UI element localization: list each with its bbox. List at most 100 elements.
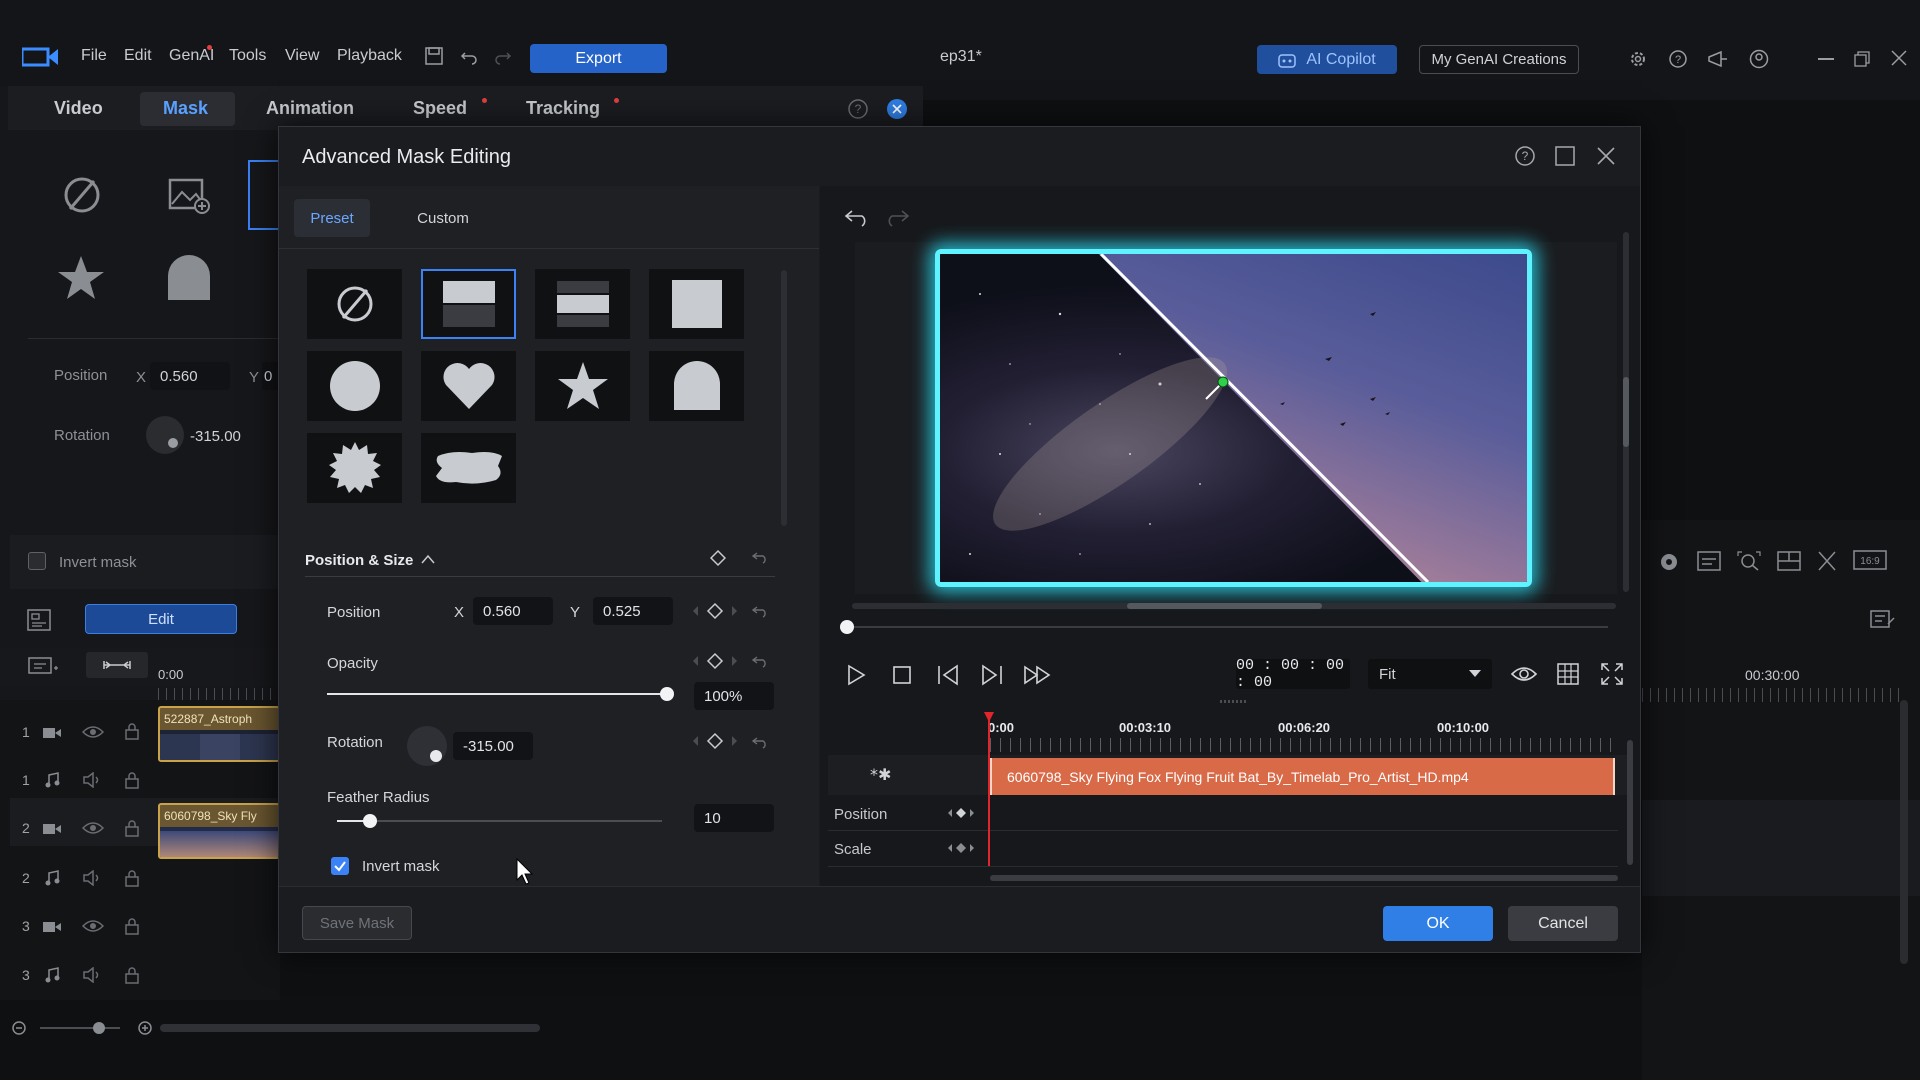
timeline-clip[interactable]: 6060798_Sky Flying Fox Flying Fruit Bat_… xyxy=(990,758,1615,795)
edit-button[interactable]: Edit xyxy=(85,604,237,634)
keyframe-diamond-icon[interactable] xyxy=(710,549,726,567)
settings-gear-icon[interactable] xyxy=(1628,49,1648,69)
position-x-input[interactable]: 0.560 xyxy=(473,597,553,625)
zoom-area-icon[interactable] xyxy=(1737,551,1761,571)
position-x-input[interactable]: 0.560 xyxy=(150,362,230,390)
speaker-icon[interactable] xyxy=(82,967,102,983)
reset-icon[interactable] xyxy=(752,604,768,618)
panel-help-icon[interactable]: ? xyxy=(847,98,869,120)
lock-icon[interactable] xyxy=(124,917,140,935)
preset-middle-band[interactable] xyxy=(535,269,630,339)
export-button[interactable]: Export xyxy=(530,44,667,73)
redo-icon[interactable] xyxy=(494,47,512,65)
feather-slider-handle[interactable] xyxy=(362,814,377,828)
preview-undo-icon[interactable] xyxy=(844,207,870,227)
undo-icon[interactable] xyxy=(460,47,478,65)
preset-scrollbar[interactable] xyxy=(781,270,787,526)
preview-redo-icon[interactable] xyxy=(884,207,910,227)
keyframe-nav-icon[interactable] xyxy=(946,806,976,820)
stop-icon[interactable] xyxy=(892,665,912,685)
right-vertical-scrollbar[interactable] xyxy=(1900,700,1908,964)
preset-arch[interactable] xyxy=(649,351,744,421)
tab-animation[interactable]: Animation xyxy=(266,98,354,119)
playback-scrubber[interactable] xyxy=(846,626,1608,628)
preview-horizontal-scrollbar[interactable] xyxy=(852,603,1616,609)
preset-burst[interactable] xyxy=(307,433,402,503)
invert-mask-checkbox[interactable] xyxy=(28,552,46,570)
preset-circle[interactable] xyxy=(307,351,402,421)
menu-file[interactable]: File xyxy=(81,47,107,65)
image-mask-icon[interactable] xyxy=(168,176,212,216)
selected-mask-thumbnail[interactable] xyxy=(248,160,280,230)
rotation-knob[interactable] xyxy=(407,726,447,766)
speaker-icon[interactable] xyxy=(82,772,102,788)
menu-edit[interactable]: Edit xyxy=(124,47,152,65)
lock-icon[interactable] xyxy=(124,771,140,789)
help-icon[interactable]: ? xyxy=(1668,49,1688,69)
panel-close-icon[interactable] xyxy=(886,98,908,120)
feather-slider-track[interactable] xyxy=(337,814,662,828)
my-genai-creations-button[interactable]: My GenAI Creations xyxy=(1419,45,1579,74)
fullscreen-icon[interactable] xyxy=(1601,663,1623,685)
reset-icon[interactable] xyxy=(752,550,768,564)
keyframe-nav-icon[interactable] xyxy=(690,602,740,620)
menu-tools[interactable]: Tools xyxy=(229,47,266,65)
star-mask-icon[interactable] xyxy=(56,254,106,302)
cancel-button[interactable]: Cancel xyxy=(1508,906,1618,941)
fit-dropdown[interactable]: Fit xyxy=(1368,659,1492,689)
clip-right-handle[interactable] xyxy=(1607,758,1615,795)
opacity-input[interactable]: 100% xyxy=(694,682,774,710)
arch-mask-icon[interactable] xyxy=(166,254,212,302)
menu-view[interactable]: View xyxy=(285,47,319,65)
speaker-icon[interactable] xyxy=(82,870,102,886)
account-icon[interactable] xyxy=(1749,49,1769,69)
snapshot-icon[interactable] xyxy=(1657,552,1681,572)
dialog-timeline-vscrollbar[interactable] xyxy=(1627,740,1633,865)
preview-video[interactable] xyxy=(935,249,1532,587)
subtitle-icon[interactable] xyxy=(1697,551,1721,571)
keyframe-nav-icon[interactable] xyxy=(690,652,740,670)
timeline-settings-icon[interactable] xyxy=(1870,608,1896,630)
opacity-slider-track[interactable] xyxy=(327,687,674,701)
tab-speed[interactable]: Speed xyxy=(413,98,467,119)
preset-heart[interactable] xyxy=(421,351,516,421)
lock-icon[interactable] xyxy=(124,869,140,887)
eye-icon[interactable] xyxy=(82,724,104,740)
reset-icon[interactable] xyxy=(752,735,768,749)
ai-copilot-button[interactable]: AI Copilot xyxy=(1257,45,1397,74)
timeline-view-icon[interactable] xyxy=(27,609,51,631)
fit-timeline-icon[interactable] xyxy=(86,652,148,678)
tab-tracking[interactable]: Tracking xyxy=(526,98,600,119)
minimize-icon[interactable] xyxy=(1818,58,1834,60)
keyframe-nav-icon[interactable] xyxy=(946,841,976,855)
preset-rectangle[interactable] xyxy=(649,269,744,339)
eye-icon[interactable] xyxy=(1510,664,1538,684)
keyframe-nav-icon[interactable] xyxy=(690,732,740,750)
opacity-slider-handle[interactable] xyxy=(660,687,674,701)
tab-video[interactable]: Video xyxy=(54,98,103,119)
save-icon[interactable] xyxy=(425,47,443,65)
reset-icon[interactable] xyxy=(752,654,768,668)
crop-icon[interactable] xyxy=(1815,551,1839,571)
rotation-knob[interactable] xyxy=(146,416,184,454)
eye-icon[interactable] xyxy=(82,820,104,836)
lock-icon[interactable] xyxy=(124,819,140,837)
preset-brush[interactable] xyxy=(421,433,516,503)
play-icon[interactable] xyxy=(846,664,866,686)
previous-frame-icon[interactable] xyxy=(936,664,960,686)
preset-top-half[interactable] xyxy=(421,269,516,339)
preset-star[interactable] xyxy=(535,351,630,421)
dialog-help-icon[interactable]: ? xyxy=(1514,145,1536,167)
close-window-icon[interactable] xyxy=(1891,50,1907,66)
menu-playback[interactable]: Playback xyxy=(337,47,402,65)
position-y-input[interactable]: 0.525 xyxy=(593,597,673,625)
rotation-input[interactable]: -315.00 xyxy=(453,732,533,760)
add-track-icon[interactable] xyxy=(28,656,60,676)
announcement-icon[interactable] xyxy=(1707,49,1729,69)
lock-icon[interactable] xyxy=(124,966,140,984)
video-clip[interactable]: 522887_Astroph xyxy=(158,706,280,762)
position-size-section-title[interactable]: Position & Size xyxy=(305,552,413,569)
clip-left-handle[interactable] xyxy=(990,758,998,795)
zoom-slider-handle[interactable] xyxy=(93,1022,105,1034)
zoom-out-icon[interactable] xyxy=(12,1021,26,1035)
